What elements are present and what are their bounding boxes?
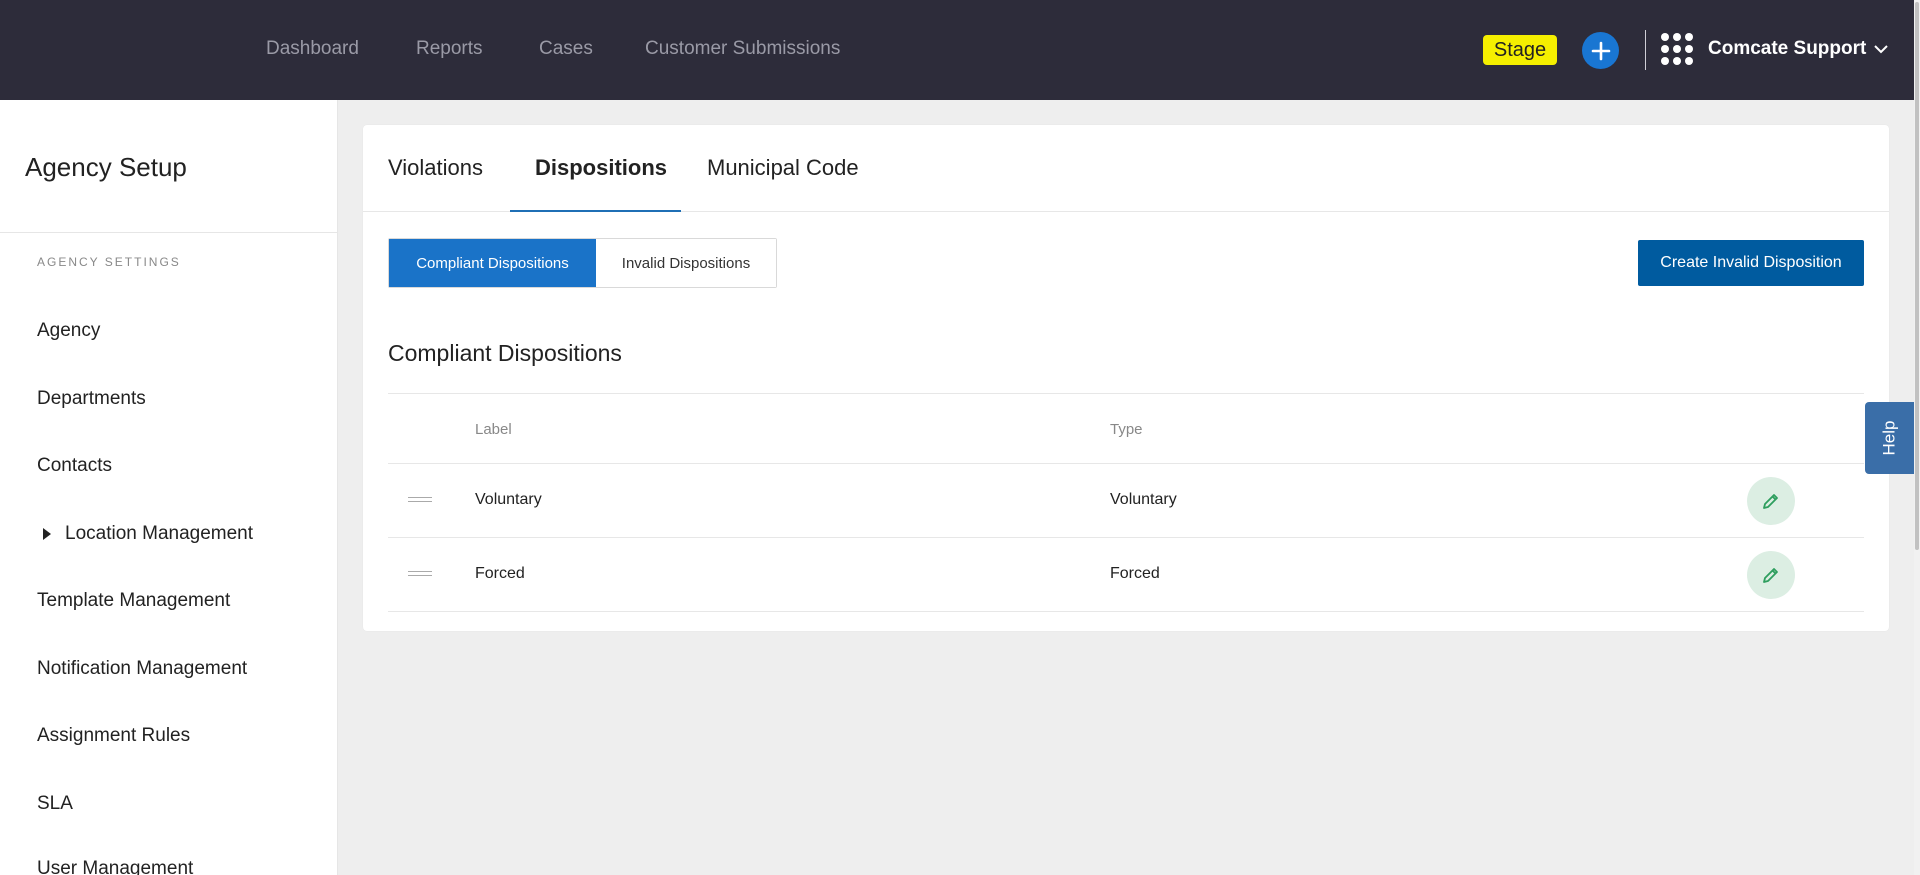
tab-municipal-code[interactable]: Municipal Code [707, 155, 859, 181]
plus-icon [1591, 41, 1610, 60]
column-header-type: Type [1110, 421, 1143, 438]
tab-bar: Violations Dispositions Municipal Code [363, 125, 1889, 212]
edit-button[interactable] [1747, 551, 1795, 599]
help-tab[interactable]: Help [1865, 402, 1914, 474]
row-label: Forced [475, 565, 525, 582]
top-navigation-bar: Dashboard Reports Cases Customer Submiss… [0, 0, 1914, 100]
column-header-label: Label [475, 421, 512, 438]
sidebar-item-template-management[interactable]: Template Management [37, 590, 230, 612]
sidebar-item-location-management[interactable]: Location Management [37, 523, 253, 545]
tab-dispositions[interactable]: Dispositions [535, 155, 667, 181]
nav-cases[interactable]: Cases [539, 38, 593, 60]
sidebar-divider [0, 232, 338, 233]
table-row: Forced Forced [388, 538, 1864, 612]
sidebar-title: Agency Setup [25, 152, 187, 182]
sidebar-item-user-management[interactable]: User Management [37, 858, 193, 875]
section-title: Compliant Dispositions [388, 340, 622, 366]
drag-handle-icon[interactable] [408, 497, 432, 505]
compliant-dispositions-button[interactable]: Compliant Dispositions [389, 239, 596, 287]
sidebar-item-departments[interactable]: Departments [37, 388, 146, 410]
user-menu-label: Comcate Support [1708, 38, 1867, 59]
edit-button[interactable] [1747, 477, 1795, 525]
row-label: Voluntary [475, 491, 542, 508]
pencil-icon [1763, 494, 1778, 509]
user-menu[interactable]: Comcate Support [1708, 38, 1889, 60]
row-type: Forced [1110, 565, 1160, 582]
invalid-dispositions-button[interactable]: Invalid Dispositions [596, 239, 776, 287]
dispositions-table: Label Type Voluntary Voluntary Forced Fo… [388, 393, 1864, 612]
sidebar: Agency Setup AGENCY SETTINGS Agency Depa… [0, 100, 338, 875]
dispositions-card: Violations Dispositions Municipal Code C… [363, 125, 1889, 631]
sidebar-item-notification-management[interactable]: Notification Management [37, 658, 247, 680]
nav-customer-submissions[interactable]: Customer Submissions [645, 38, 840, 60]
sidebar-section-label: AGENCY SETTINGS [37, 255, 181, 269]
sidebar-item-contacts[interactable]: Contacts [37, 455, 112, 477]
sidebar-item-assignment-rules[interactable]: Assignment Rules [37, 725, 190, 747]
caret-right-icon [43, 528, 51, 540]
disposition-type-toggle: Compliant Dispositions Invalid Dispositi… [388, 238, 777, 288]
topbar-divider [1645, 30, 1646, 70]
nav-reports[interactable]: Reports [416, 38, 483, 60]
table-header: Label Type [388, 393, 1864, 464]
nav-dashboard[interactable]: Dashboard [266, 38, 359, 60]
stage-badge: Stage [1483, 35, 1557, 65]
help-label: Help [1879, 420, 1899, 456]
apps-grid-icon[interactable] [1661, 33, 1693, 65]
create-invalid-disposition-button[interactable]: Create Invalid Disposition [1638, 240, 1864, 286]
table-row: Voluntary Voluntary [388, 464, 1864, 538]
sidebar-item-label: Location Management [65, 523, 254, 544]
add-button[interactable] [1582, 32, 1619, 69]
tab-violations[interactable]: Violations [388, 155, 483, 181]
scrollbar-thumb[interactable] [1915, 2, 1919, 550]
sidebar-item-agency[interactable]: Agency [37, 320, 100, 342]
sidebar-item-sla[interactable]: SLA [37, 793, 73, 815]
chevron-down-icon [1874, 45, 1889, 54]
active-tab-indicator [510, 210, 681, 212]
pencil-icon [1763, 568, 1778, 583]
row-type: Voluntary [1110, 491, 1177, 508]
drag-handle-icon[interactable] [408, 571, 432, 579]
